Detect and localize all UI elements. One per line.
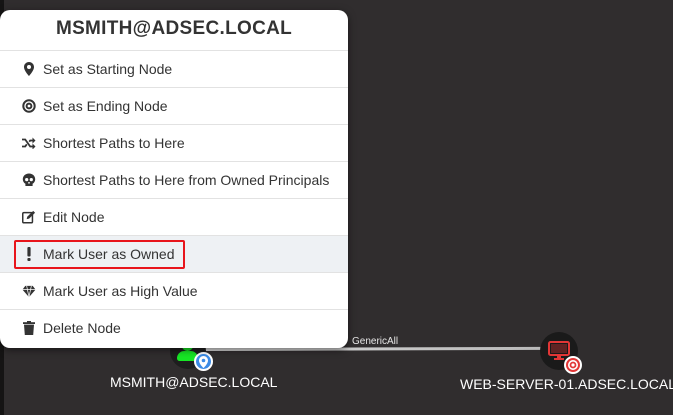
menu-item-set-starting-node[interactable]: Set as Starting Node: [0, 50, 348, 87]
trash-icon: [22, 320, 36, 336]
skull-icon: [22, 172, 36, 188]
edit-icon: [22, 209, 36, 225]
menu-item-set-ending-node[interactable]: Set as Ending Node: [0, 87, 348, 124]
target-icon: [22, 98, 36, 114]
menu-item-label: Edit Node: [43, 209, 105, 225]
starting-node-pin-icon: [194, 352, 213, 371]
menu-item-shortest-paths-owned[interactable]: Shortest Paths to Here from Owned Princi…: [0, 161, 348, 198]
menu-item-label: Mark User as High Value: [43, 283, 198, 299]
node-context-menu: MSMITH@ADSEC.LOCAL Set as Starting Node …: [0, 10, 348, 348]
menu-item-label: Delete Node: [43, 320, 121, 336]
menu-item-label: Shortest Paths to Here from Owned Princi…: [43, 172, 330, 188]
menu-item-label: Set as Ending Node: [43, 98, 168, 114]
map-marker-icon: [22, 61, 36, 77]
shuffle-icon: [22, 135, 36, 151]
menu-item-label: Shortest Paths to Here: [43, 135, 185, 151]
gem-icon: [22, 283, 36, 299]
ending-node-target-icon: [564, 356, 582, 374]
menu-item-label: Set as Starting Node: [43, 61, 173, 77]
menu-item-delete-node[interactable]: Delete Node: [0, 309, 348, 346]
user-node-label: MSMITH@ADSEC.LOCAL: [110, 374, 278, 390]
computer-node-label: WEB-SERVER-01.ADSEC.LOCAL: [460, 376, 673, 392]
context-menu-title: MSMITH@ADSEC.LOCAL: [55, 18, 293, 39]
menu-item-mark-high-value[interactable]: Mark User as High Value: [0, 272, 348, 309]
edge-label: GenericAll: [352, 336, 399, 347]
menu-item-edit-node[interactable]: Edit Node: [0, 198, 348, 235]
menu-item-shortest-paths[interactable]: Shortest Paths to Here: [0, 124, 348, 161]
annotation-highlight-box: [14, 240, 185, 269]
